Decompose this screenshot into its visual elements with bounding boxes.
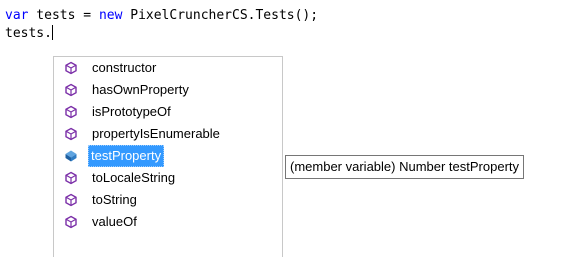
code-text: PixelCruncherCS.Tests();	[122, 8, 319, 23]
method-icon	[64, 193, 78, 207]
text-caret	[51, 25, 53, 40]
quickinfo-tooltip: (member variable) Number testProperty	[285, 155, 525, 179]
completion-item-label: constructor	[92, 60, 157, 75]
completion-item-tostring[interactable]: toString	[55, 189, 281, 211]
completion-list[interactable]: constructor hasOwnProperty isPrototypeOf…	[53, 56, 283, 257]
method-icon	[64, 171, 78, 185]
code-text: tests =	[28, 8, 99, 23]
completion-item-label: valueOf	[92, 214, 137, 229]
completion-item-label: hasOwnProperty	[92, 82, 189, 97]
completion-item-label: toLocaleString	[92, 170, 176, 185]
code-line-2[interactable]: tests.	[5, 25, 53, 42]
completion-item-label: propertyIsEnumerable	[92, 126, 220, 141]
keyword-var: var	[5, 8, 29, 23]
completion-item-label: testProperty	[88, 145, 165, 167]
method-icon	[64, 61, 78, 75]
method-icon	[64, 83, 78, 97]
completion-item-hasownproperty[interactable]: hasOwnProperty	[55, 79, 281, 101]
method-icon	[64, 215, 78, 229]
code-text: tests.	[5, 26, 52, 41]
completion-item-tolocalestring[interactable]: toLocaleString	[55, 167, 281, 189]
completion-item-valueof[interactable]: valueOf	[55, 211, 281, 233]
completion-item-isprototypeof[interactable]: isPrototypeOf	[55, 101, 281, 123]
completion-item-label: isPrototypeOf	[92, 104, 171, 119]
completion-item-propertyisenumerable[interactable]: propertyIsEnumerable	[55, 123, 281, 145]
method-icon	[64, 105, 78, 119]
completion-item-constructor[interactable]: constructor	[55, 57, 281, 79]
completion-item-testproperty[interactable]: testProperty	[55, 145, 281, 167]
completion-item-label: toString	[92, 192, 137, 207]
field-icon	[64, 149, 78, 163]
method-icon	[64, 127, 78, 141]
code-line-1[interactable]: var tests = new PixelCruncherCS.Tests();	[5, 7, 318, 24]
keyword-new: new	[98, 8, 123, 23]
